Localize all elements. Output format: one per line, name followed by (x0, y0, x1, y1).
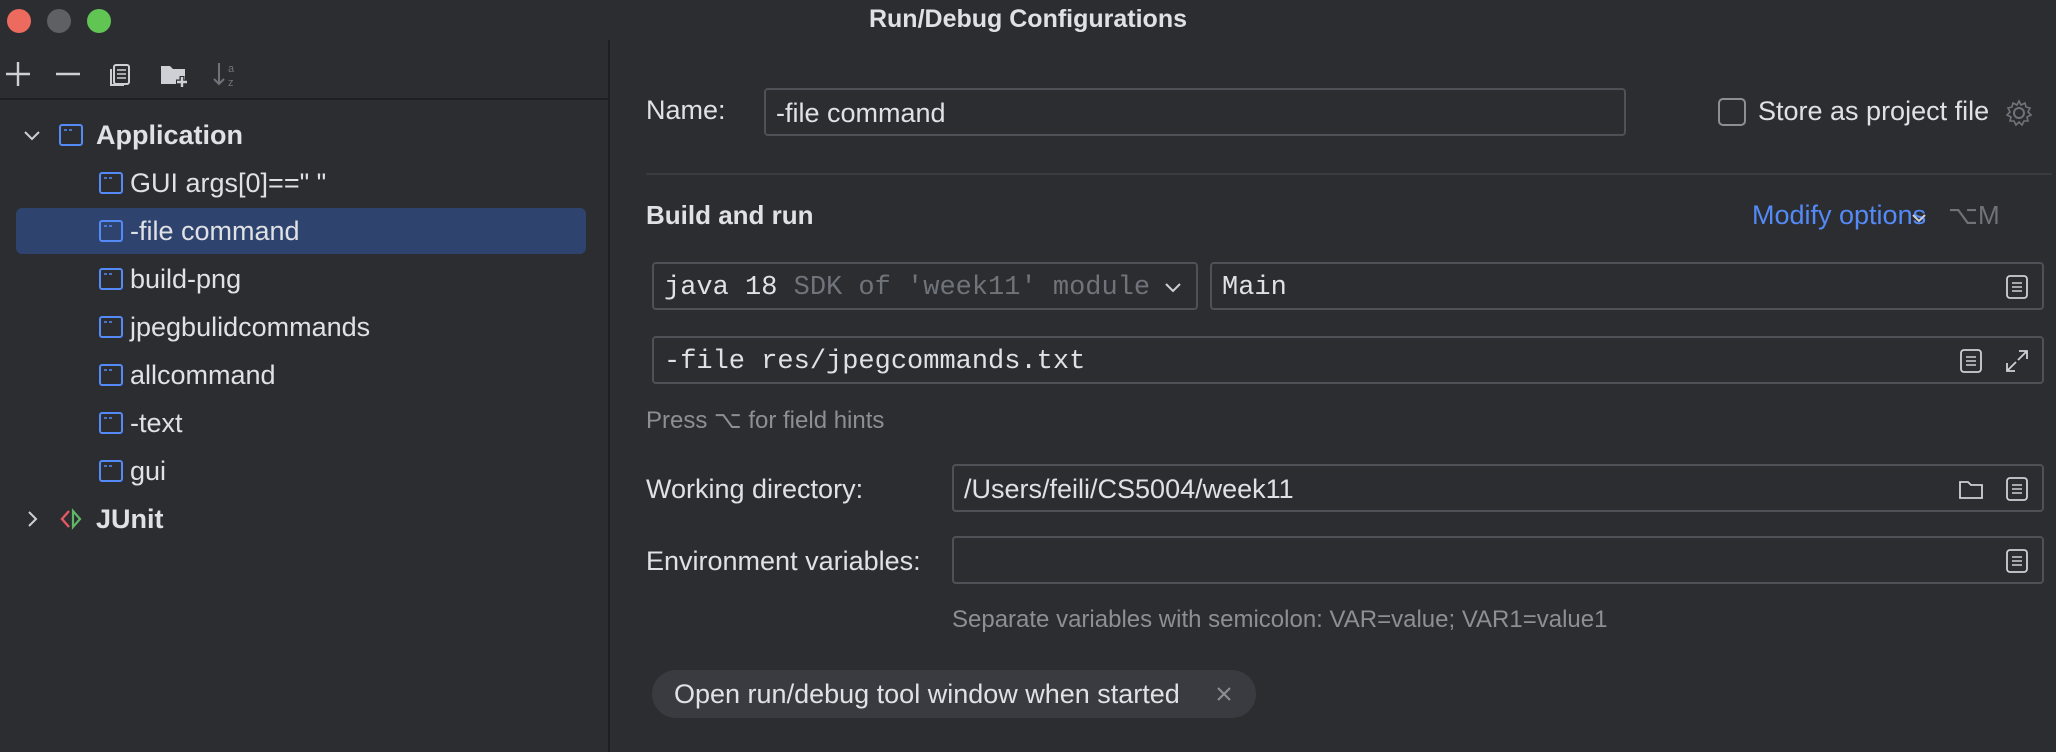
tree-item-gui[interactable]: gui (16, 448, 586, 494)
name-input[interactable]: -file command (764, 88, 1626, 136)
window-title: Run/Debug Configurations (868, 5, 1188, 33)
junit-icon (60, 508, 82, 530)
tree-item-label: gui (130, 456, 167, 486)
tree-item-label: jpegbulidcommands (130, 312, 371, 342)
browse-list-icon[interactable] (2004, 274, 2030, 300)
tree-item-label: allcommand (130, 360, 276, 390)
toolbar-divider (0, 98, 610, 100)
program-arguments-input[interactable]: -file res/jpegcommands.txt (652, 336, 2044, 384)
tree-item-allcommand[interactable]: allcommand (16, 352, 586, 398)
tree-item-label: GUI args[0]==" " (130, 168, 327, 198)
chevron-right-icon[interactable] (20, 507, 44, 531)
application-config-icon (99, 268, 123, 290)
environment-variables-input[interactable] (952, 536, 2044, 584)
application-config-icon (99, 460, 123, 482)
add-icon[interactable] (2, 58, 34, 90)
field-hints-text: Press ⌥ for field hints (646, 407, 885, 434)
tree-item-label: -text (130, 408, 183, 438)
configuration-editor: Name: -file command Store as project fil… (612, 40, 2056, 752)
application-config-icon (99, 364, 123, 386)
browse-list-icon[interactable] (2004, 548, 2030, 574)
store-as-project-file-checkbox[interactable] (1718, 98, 1746, 126)
configurations-sidebar: a z Application GUI args[0]==" " -file c… (0, 40, 610, 752)
main-class-value: Main (1222, 273, 1287, 303)
application-config-icon (99, 172, 123, 194)
main-class-input[interactable]: Main (1210, 262, 2044, 310)
chevron-down-icon[interactable] (20, 123, 44, 147)
sidebar-toolbar: a z (0, 50, 610, 96)
tree-group-application[interactable]: Application (16, 112, 586, 158)
title-bar: Run/Debug Configurations (0, 0, 2056, 40)
store-as-project-file-label[interactable]: Store as project file (1758, 96, 1989, 127)
chevron-down-icon[interactable] (1160, 274, 1186, 300)
application-config-icon (99, 316, 123, 338)
build-and-run-heading: Build and run (646, 200, 814, 230)
tree-group-label: JUnit (96, 504, 164, 534)
tree-item-file-command[interactable]: -file command (16, 208, 586, 254)
jdk-select[interactable]: java 18 SDK of 'week11' module (652, 262, 1198, 310)
svg-text:z: z (228, 77, 234, 89)
remove-icon[interactable] (52, 58, 84, 90)
close-icon[interactable] (1214, 684, 1234, 704)
section-divider (646, 173, 2052, 175)
new-folder-icon[interactable] (158, 58, 190, 90)
svg-text:a: a (228, 63, 235, 75)
application-config-icon (59, 124, 83, 146)
modify-options-shortcut: ⌥M (1948, 200, 2000, 230)
tree-item-text[interactable]: -text (16, 400, 586, 446)
chevron-down-icon[interactable] (1908, 207, 1930, 229)
open-tool-window-chip[interactable]: Open run/debug tool window when started (652, 670, 1256, 718)
program-arguments-value: -file res/jpegcommands.txt (664, 347, 1086, 377)
environment-variables-hint: Separate variables with semicolon: VAR=v… (952, 606, 1608, 633)
run-debug-configurations-window: Run/Debug Configurations a z Application… (0, 0, 2056, 752)
application-config-icon (99, 220, 123, 242)
tree-item-label: build-png (130, 264, 242, 294)
working-directory-input[interactable]: /Users/feili/CS5004/week11 (952, 464, 2044, 512)
environment-variables-label: Environment variables: (646, 546, 921, 576)
tree-item-jpegbulidcommands[interactable]: jpegbulidcommands (16, 304, 586, 350)
gear-icon[interactable] (2004, 98, 2034, 128)
tree-group-label: Application (96, 120, 243, 150)
working-directory-value: /Users/feili/CS5004/week11 (964, 474, 1294, 504)
application-config-icon (99, 412, 123, 434)
tree-group-junit[interactable]: JUnit (16, 496, 586, 542)
modify-options-link[interactable]: Modify options (1752, 200, 1926, 231)
tree-item-gui-args[interactable]: GUI args[0]==" " (16, 160, 586, 206)
chip-label: Open run/debug tool window when started (674, 679, 1180, 709)
working-directory-label: Working directory: (646, 474, 864, 504)
browse-list-icon[interactable] (1958, 348, 1984, 374)
tree-item-build-png[interactable]: build-png (16, 256, 586, 302)
expand-icon[interactable] (2004, 348, 2030, 374)
sort-icon[interactable]: a z (210, 58, 242, 90)
browse-list-icon[interactable] (2004, 476, 2030, 502)
tree-item-label: -file command (130, 216, 300, 246)
jdk-select-value: java 18 SDK of 'week11' module (664, 273, 1151, 303)
folder-icon[interactable] (1958, 476, 1984, 502)
name-label: Name: (646, 95, 726, 125)
copy-icon[interactable] (104, 58, 136, 90)
name-input-value: -file command (776, 98, 946, 128)
